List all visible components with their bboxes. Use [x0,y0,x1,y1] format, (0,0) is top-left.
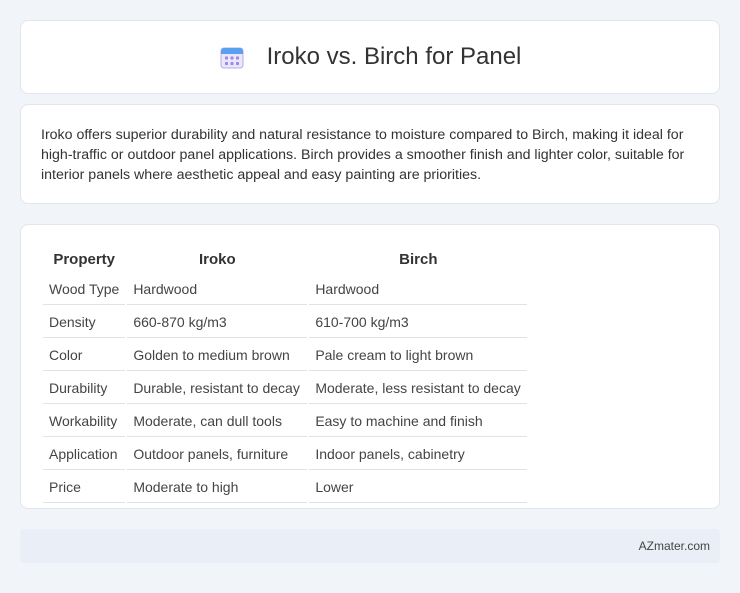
table-row: Color Golden to medium brown Pale cream … [43,340,528,371]
page-title: Iroko vs. Birch for Panel [266,43,522,70]
footer-site-link[interactable]: AZmater.com [639,539,710,553]
cell-property: Durability [43,373,126,404]
header-iroko: Iroko [198,251,236,268]
table-row: Wood Type Hardwood Hardwood [43,274,528,305]
summary-card: Iroko offers superior durability and nat… [20,104,720,204]
calendar-icon [219,44,245,70]
cell-property: Application [43,439,126,470]
cell-birch: Indoor panels, cabinetry [309,439,528,470]
header-birch: Birch [399,251,438,268]
footer: AZmater.com [20,529,720,563]
cell-property: Price [43,472,126,503]
cell-iroko: Moderate, can dull tools [127,406,308,437]
header-property: Property [53,251,115,268]
cell-iroko: Outdoor panels, furniture [127,439,308,470]
comparison-table: Property Iroko Birch Wood Type Hardwood … [41,245,529,505]
table-row: Durability Durable, resistant to decay M… [43,373,528,404]
cell-property: Wood Type [43,274,126,305]
cell-birch: Lower [309,472,528,503]
cell-iroko: Moderate to high [127,472,308,503]
cell-property: Workability [43,406,126,437]
summary-text: Iroko offers superior durability and nat… [41,127,685,183]
title-card: Iroko vs. Birch for Panel [20,20,720,94]
table-row: Workability Moderate, can dull tools Eas… [43,406,528,437]
cell-birch: Easy to machine and finish [309,406,528,437]
cell-birch: Pale cream to light brown [309,340,528,371]
cell-property: Color [43,340,126,371]
cell-iroko: 660-870 kg/m3 [127,307,308,338]
table-header-row: Property Iroko Birch [43,247,527,272]
cell-birch: 610-700 kg/m3 [309,307,528,338]
table-row: Application Outdoor panels, furniture In… [43,439,528,470]
cell-birch: Hardwood [309,274,528,305]
cell-birch: Moderate, less resistant to decay [309,373,528,404]
cell-iroko: Hardwood [127,274,308,305]
cell-iroko: Golden to medium brown [127,340,308,371]
cell-iroko: Durable, resistant to decay [127,373,308,404]
comparison-card: Property Iroko Birch Wood Type Hardwood … [20,224,720,509]
table-row: Density 660-870 kg/m3 610-700 kg/m3 [43,307,528,338]
table-row: Price Moderate to high Lower [43,472,528,503]
cell-property: Density [43,307,126,338]
